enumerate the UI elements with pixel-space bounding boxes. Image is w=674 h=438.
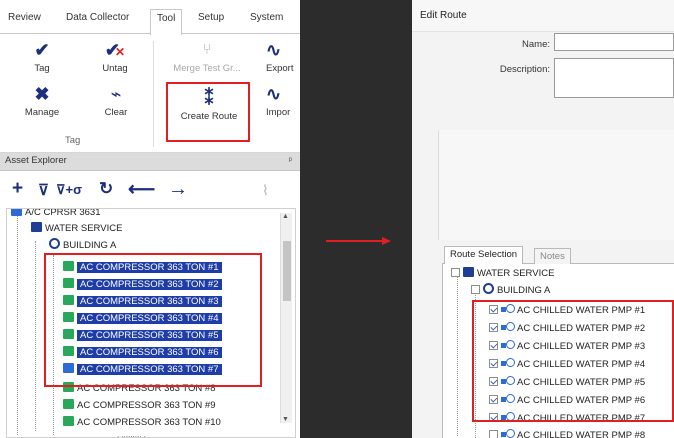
tab-system[interactable]: System xyxy=(250,12,283,23)
scrollbar-thumb[interactable] xyxy=(283,241,291,301)
tree-guide xyxy=(17,215,18,435)
tab-notes[interactable]: Notes xyxy=(534,248,571,264)
dialog-body xyxy=(438,130,674,240)
ribbon-separator xyxy=(153,41,154,147)
description-field[interactable] xyxy=(554,58,674,98)
tool-window: Review Data Collector Tool Setup System … xyxy=(0,0,300,438)
scroll-down-icon[interactable]: ▼ xyxy=(282,416,289,423)
waveform-icon: ∿ xyxy=(266,84,282,104)
tab-tool[interactable]: Tool xyxy=(150,9,183,35)
route-tabs: Route Selection Notes xyxy=(442,242,674,264)
department-icon xyxy=(31,222,42,232)
checkbox[interactable] xyxy=(451,268,460,277)
asset-explorer-toolbar: + ⊽ ⊽+σ ↻ ⟵ → ⌇ xyxy=(0,172,300,206)
name-field[interactable] xyxy=(554,33,674,51)
tag-button[interactable]: ✔ Tag xyxy=(24,39,60,74)
name-label: Name: xyxy=(522,39,550,50)
tab-review[interactable]: Review xyxy=(8,12,41,23)
tree-guide xyxy=(457,276,458,436)
tree-node[interactable]: A/C CPRSR 3631 xyxy=(11,209,101,220)
arrow-right-icon[interactable]: → xyxy=(168,178,188,201)
compressor-icon xyxy=(63,416,74,426)
filter-icon[interactable]: ⊽ xyxy=(38,181,49,199)
tab-setup[interactable]: Setup xyxy=(198,12,224,23)
list-item[interactable]: AC COMPRESSOR 363 TON #9 xyxy=(63,398,216,413)
compressor-icon xyxy=(63,399,74,409)
untag-button-label: Untag xyxy=(102,63,128,74)
scroll-up-icon[interactable]: ▲ xyxy=(282,213,289,220)
manage-button[interactable]: ✖ Manage xyxy=(18,83,66,118)
untag-icon: ✔✕ xyxy=(104,40,126,60)
tab-data-collector[interactable]: Data Collector xyxy=(66,12,129,23)
route-node-water-service[interactable]: WATER SERVICE xyxy=(451,266,554,281)
arrow-left-icon[interactable]: ⟵ xyxy=(128,178,155,201)
pump-icon xyxy=(501,429,515,438)
untag-button[interactable]: ✔✕ Untag xyxy=(95,39,135,74)
tree-guide xyxy=(35,241,36,431)
waveform-icon: ∿ xyxy=(266,40,282,60)
merge-test-group-button[interactable]: ⑂ Merge Test Gr... xyxy=(170,39,244,74)
asset-explorer-title: Asset Explorer xyxy=(5,155,67,166)
tag-button-label: Tag xyxy=(34,63,50,74)
add-icon[interactable]: + xyxy=(12,178,23,200)
clear-button-label: Clear xyxy=(104,107,128,118)
dialog-title: Edit Route xyxy=(412,0,674,32)
manage-button-label: Manage xyxy=(24,107,60,118)
list-item[interactable]: AC CHILLED WATER PMP #8 xyxy=(489,428,645,438)
create-route-highlight xyxy=(166,82,250,142)
tree-node-water-service[interactable]: WATER SERVICE xyxy=(31,221,122,236)
export-button[interactable]: ∿ Export xyxy=(266,39,300,74)
route-node-building[interactable]: BUILDING A xyxy=(471,283,550,298)
description-label: Description: xyxy=(499,64,550,75)
arrow-right-icon xyxy=(326,237,391,245)
import-button[interactable]: ∿ Impor xyxy=(266,83,300,118)
tree-node-building[interactable]: BUILDING A xyxy=(49,238,116,253)
pin-icon[interactable]: ᵖ xyxy=(289,155,292,165)
merge-icon: ⑂ xyxy=(202,41,212,58)
ribbon-group-label: Tag xyxy=(65,135,81,146)
tag-disabled-icon: ⌇ xyxy=(262,182,269,198)
export-button-label: Export xyxy=(266,63,294,74)
filter-sigma-icon[interactable]: ⊽+σ xyxy=(56,182,82,198)
selection-highlight xyxy=(472,300,674,422)
department-icon xyxy=(463,267,474,277)
merge-test-group-label: Merge Test Gr... xyxy=(173,63,241,74)
machine-icon xyxy=(11,209,22,216)
asset-explorer-header: Asset Explorer ᵖ xyxy=(0,153,300,171)
ribbon-tabs: Review Data Collector Tool Setup System xyxy=(0,0,300,35)
refresh-icon[interactable]: ↻ xyxy=(99,179,113,199)
broom-icon: ⌁ xyxy=(110,84,122,104)
checkbox[interactable] xyxy=(471,285,480,294)
tree-scrollbar[interactable]: ▲ ▼ xyxy=(280,213,292,423)
tab-route-selection[interactable]: Route Selection xyxy=(444,246,524,264)
tools-icon: ✖ xyxy=(34,84,50,104)
checkbox[interactable] xyxy=(489,430,498,438)
ribbon: ✔ Tag ✔✕ Untag ⑂ Merge Test Gr... ∿ Expo… xyxy=(0,35,300,153)
building-icon xyxy=(49,238,60,249)
selection-highlight xyxy=(44,253,262,387)
checkmark-icon: ✔ xyxy=(34,40,50,60)
building-icon xyxy=(483,283,494,294)
panel-divider xyxy=(300,0,412,438)
import-button-label: Impor xyxy=(266,107,291,118)
tree-more-indicator: . ......... . xyxy=(117,430,146,438)
clear-button[interactable]: ⌁ Clear xyxy=(98,83,134,118)
